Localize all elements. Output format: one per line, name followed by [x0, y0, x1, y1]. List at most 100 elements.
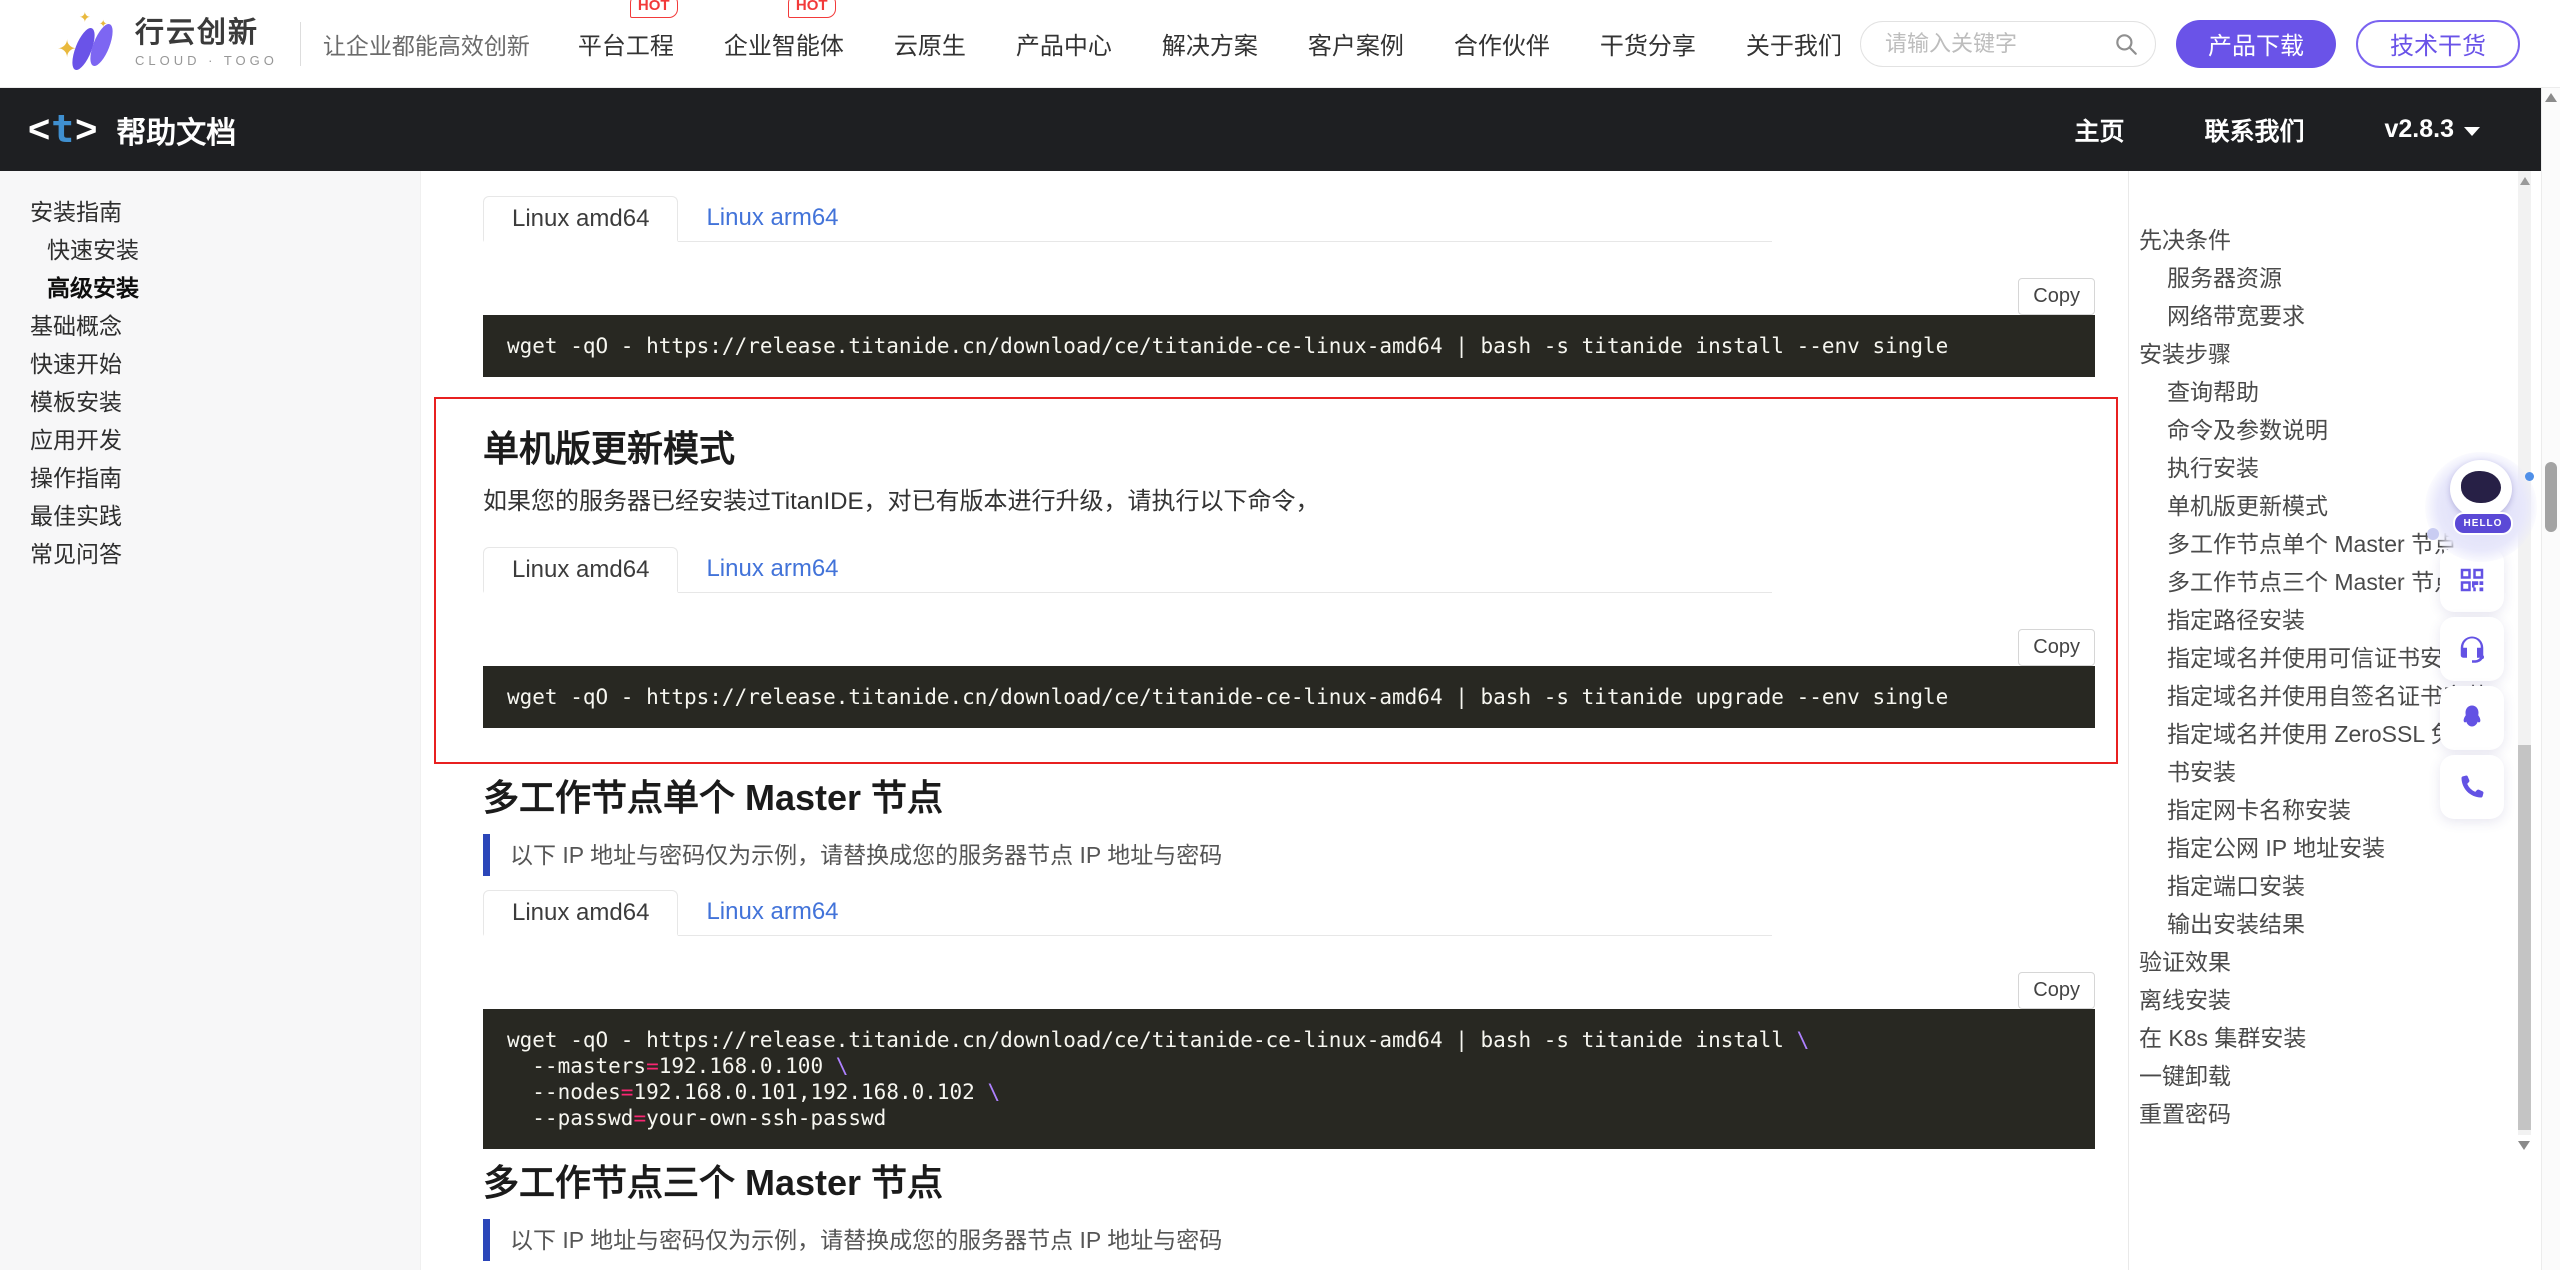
top-navbar: ✦✦✦ 行云创新 CLOUD · TOGO 让企业都能高效创新 HOT平台工程H… — [0, 0, 2560, 88]
toc-item[interactable]: 先决条件 — [2139, 221, 2518, 259]
main-nav: HOT平台工程 HOT企业智能体 云原生 产品中心 解决方案客户案例 合作伙伴 干货分享 关于… — [570, 20, 1850, 67]
sidebar-item[interactable]: 快速安装 — [0, 231, 420, 269]
version-dropdown[interactable]: v2.8.3 — [2384, 115, 2480, 144]
scroll-up-icon[interactable] — [2520, 177, 2530, 185]
note-blockquote: 以下 IP 地址与密码仅为示例，请替换成您的服务器节点 IP 地址与密码 — [483, 1219, 2095, 1261]
copy-button[interactable]: Copy — [2018, 629, 2095, 666]
logo-bracket-left: < — [28, 109, 51, 152]
nav-item-干货分享[interactable]: 干货分享 — [1592, 20, 1704, 67]
page-scrollbar[interactable] — [2541, 88, 2560, 1270]
code-block-wrap: Copy wget -qO - https://release.titanide… — [483, 1009, 2095, 1149]
tab-linux-arm64[interactable]: Linux arm64 — [678, 546, 866, 592]
assistant-mascot[interactable]: HELLO — [2425, 452, 2537, 562]
docs-navbar: <t> 帮助文档 主页 联系我们 v2.8.3 — [0, 88, 2542, 171]
headset-icon — [2457, 634, 2487, 664]
home-link[interactable]: 主页 — [2074, 112, 2124, 148]
qrcode-icon — [2457, 565, 2487, 595]
os-tabbar: Linux amd64 Linux arm64 — [483, 547, 1772, 593]
page-scrollbar-thumb[interactable] — [2545, 462, 2557, 532]
nav-item-企业智能体[interactable]: HOT企业智能体 — [716, 20, 852, 67]
toc-scrollbar-thumb[interactable] — [2518, 745, 2531, 1130]
toc-item[interactable]: 网络带宽要求 — [2139, 297, 2518, 335]
docs-logo[interactable]: <t> — [28, 107, 98, 152]
sidebar-item[interactable]: 操作指南 — [0, 459, 420, 497]
sidebar-item[interactable]: 应用开发 — [0, 421, 420, 459]
toc-item[interactable]: 在 K8s 集群安装 — [2139, 1019, 2518, 1057]
nav-item-label: 云原生 — [894, 33, 966, 60]
tab-linux-amd64[interactable]: Linux amd64 — [483, 547, 678, 593]
nav-item-label: 合作伙伴 — [1454, 33, 1550, 60]
code-block-install: wget -qO - https://release.titanide.cn/d… — [483, 315, 2095, 377]
nav-item-关于我们[interactable]: 关于我们 — [1738, 20, 1850, 67]
sidebar-item[interactable]: 基础概念 — [0, 307, 420, 345]
astronaut-icon — [2450, 460, 2512, 518]
contact-link[interactable]: 联系我们 — [2204, 112, 2304, 148]
sidebar-item[interactable]: 快速开始 — [0, 345, 420, 383]
code-block-wrap: Copy wget -qO - https://release.titanide… — [483, 666, 2095, 728]
docs-links: 主页 联系我们 v2.8.3 — [2074, 112, 2480, 148]
brand-name: 行云创新 — [135, 19, 278, 48]
toc-item[interactable]: 查询帮助 — [2139, 373, 2518, 411]
floating-action-stack — [2440, 548, 2504, 824]
tab-linux-arm64[interactable]: Linux arm64 — [678, 889, 866, 935]
toc-item[interactable]: 验证效果 — [2139, 943, 2518, 981]
tab-linux-arm64[interactable]: Linux arm64 — [678, 195, 866, 241]
nav-item-合作伙伴[interactable]: 合作伙伴 — [1446, 20, 1558, 67]
scroll-up-icon[interactable] — [2545, 93, 2557, 102]
toc-item[interactable]: 重置密码 — [2139, 1095, 2518, 1133]
code-block-upgrade: wget -qO - https://release.titanide.cn/d… — [483, 666, 2095, 728]
divider — [300, 22, 301, 66]
nav-item-label: 产品中心 — [1016, 33, 1112, 60]
scroll-down-icon[interactable] — [2518, 1141, 2530, 1150]
section-title-multi-three-master: 多工作节点三个 Master 节点 — [483, 1159, 2095, 1207]
toc-item[interactable]: 安装步骤 — [2139, 335, 2518, 373]
nav-item-客户案例[interactable]: 客户案例 — [1300, 20, 1412, 67]
copy-button[interactable]: Copy — [2018, 278, 2095, 315]
phone-icon — [2458, 773, 2486, 801]
sidebar-item[interactable]: 最佳实践 — [0, 497, 420, 535]
qq-button[interactable] — [2440, 686, 2504, 750]
brand-logo[interactable]: ✦✦✦ 行云创新 CLOUD · TOGO — [55, 12, 278, 76]
sidebar-item[interactable]: 高级安装 — [0, 269, 420, 307]
toc-item[interactable]: 服务器资源 — [2139, 259, 2518, 297]
main-content: Linux amd64 Linux arm64 Copy wget -qO - … — [421, 171, 2128, 1270]
sidebar-item[interactable]: 安装指南 — [0, 193, 420, 231]
section-title-multi-single-master: 多工作节点单个 Master 节点 — [483, 774, 2095, 822]
sidebar-item[interactable]: 常见问答 — [0, 535, 420, 573]
toc-item[interactable]: 命令及参数说明 — [2139, 411, 2518, 449]
note-text: 以下 IP 地址与密码仅为示例，请替换成您的服务器节点 IP 地址与密码 — [490, 1225, 1222, 1255]
logo-letter: t — [51, 107, 75, 151]
search-input[interactable] — [1883, 30, 2113, 58]
toc-item[interactable]: 指定公网 IP 地址安装 — [2139, 829, 2518, 867]
nav-item-产品中心[interactable]: 产品中心 — [1008, 20, 1120, 67]
sidebar: 安装指南快速安装高级安装基础概念快速开始模板安装应用开发操作指南最佳实践常见问答 — [0, 171, 421, 1270]
sidebar-item[interactable]: 模板安装 — [0, 383, 420, 421]
chevron-down-icon — [2464, 127, 2480, 136]
nav-item-解决方案[interactable]: 解决方案 — [1154, 20, 1266, 67]
code-block-multi-node: wget -qO - https://release.titanide.cn/d… — [483, 1009, 2095, 1149]
section-desc: 如果您的服务器已经安装过TitanIDE，对已有版本进行升级，请执行以下命令， — [483, 487, 2095, 517]
nav-item-平台工程[interactable]: HOT平台工程 — [570, 20, 682, 67]
hot-badge: HOT — [630, 0, 678, 18]
search-icon[interactable] — [2113, 31, 2139, 57]
toc-item[interactable]: 指定端口安装 — [2139, 867, 2518, 905]
toc-item[interactable]: 离线安装 — [2139, 981, 2518, 1019]
code-block-wrap: Copy wget -qO - https://release.titanide… — [483, 315, 2095, 377]
copy-button[interactable]: Copy — [2018, 972, 2095, 1009]
tech-articles-button[interactable]: 技术干货 — [2356, 20, 2520, 68]
section-title-single-upgrade: 单机版更新模式 — [483, 425, 2095, 473]
toc-item[interactable]: 一键卸载 — [2139, 1057, 2518, 1095]
nav-item-label: 干货分享 — [1600, 33, 1696, 60]
toc-scrollbar[interactable] — [2518, 171, 2531, 1135]
brand-subtitle: CLOUD · TOGO — [135, 53, 278, 68]
os-tabbar: Linux amd64 Linux arm64 — [483, 890, 1772, 936]
search-box — [1860, 21, 2156, 67]
phone-button[interactable] — [2440, 755, 2504, 819]
toc-item[interactable]: 输出安装结果 — [2139, 905, 2518, 943]
logo-bracket-right: > — [75, 109, 98, 152]
headset-button[interactable] — [2440, 617, 2504, 681]
tab-linux-amd64[interactable]: Linux amd64 — [483, 196, 678, 242]
nav-item-云原生[interactable]: 云原生 — [886, 20, 974, 67]
tab-linux-amd64[interactable]: Linux amd64 — [483, 890, 678, 936]
product-download-button[interactable]: 产品下载 — [2176, 20, 2336, 68]
